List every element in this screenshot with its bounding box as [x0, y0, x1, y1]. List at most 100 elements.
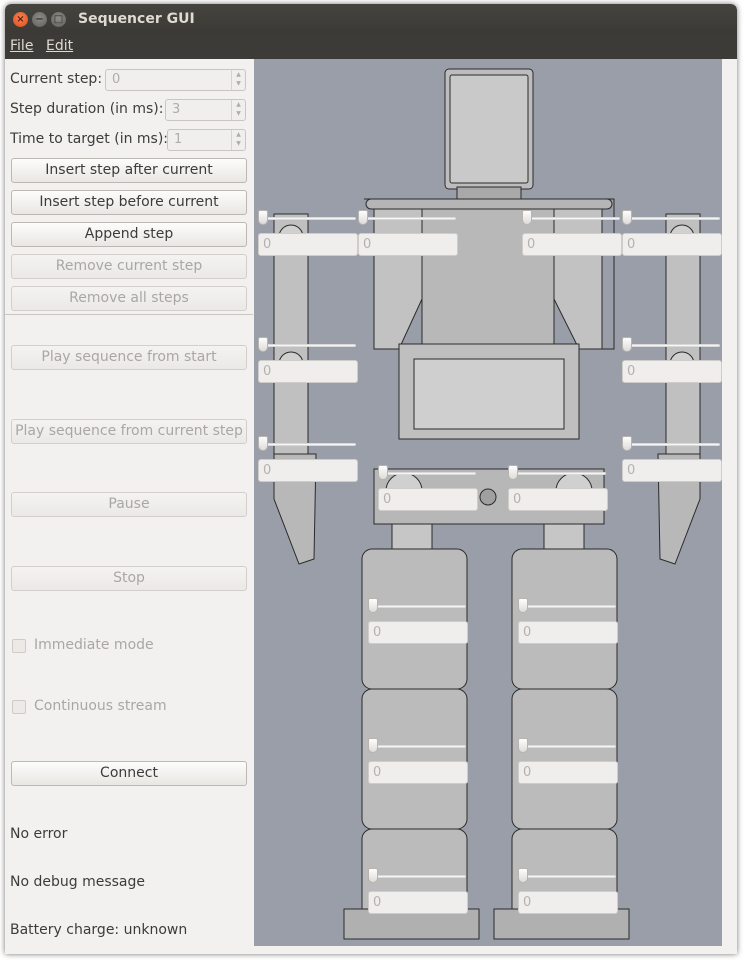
servo-value: 0 — [373, 895, 382, 910]
servo-value: 0 — [523, 895, 532, 910]
servo-slider[interactable]: 0 — [258, 435, 358, 491]
slider-handle[interactable] — [258, 436, 268, 451]
current-step-spinbox[interactable]: 0 ▲ ▼ — [105, 69, 246, 91]
servo-value-field[interactable]: 0 — [368, 621, 468, 644]
slider-track[interactable] — [510, 472, 606, 475]
slider-handle[interactable] — [258, 210, 268, 225]
servo-value-field[interactable]: 0 — [622, 459, 722, 482]
servo-value-field[interactable]: 0 — [378, 488, 478, 511]
servo-value-field[interactable]: 0 — [518, 891, 618, 914]
time-to-target-spinbox[interactable]: 1 ▲ ▼ — [167, 129, 246, 151]
connect-button[interactable]: Connect — [11, 761, 247, 786]
divider — [5, 314, 253, 315]
servo-slider[interactable]: 0 — [518, 737, 618, 793]
continuous-stream-checkbox[interactable] — [12, 700, 26, 714]
slider-handle[interactable] — [368, 868, 378, 883]
servo-value-field[interactable]: 0 — [522, 233, 622, 256]
slider-handle[interactable] — [258, 337, 268, 352]
slider-track[interactable] — [624, 217, 720, 220]
servo-slider[interactable]: 0 — [368, 597, 468, 653]
servo-slider[interactable]: 0 — [258, 336, 358, 392]
servo-slider[interactable]: 0 — [518, 597, 618, 653]
menu-file[interactable]: File — [10, 38, 33, 54]
servo-value: 0 — [383, 492, 392, 507]
servo-slider[interactable]: 0 — [258, 209, 358, 265]
slider-track[interactable] — [380, 472, 476, 475]
servo-slider[interactable]: 0 — [518, 867, 618, 923]
servo-slider[interactable]: 0 — [378, 464, 478, 520]
servo-slider[interactable]: 0 — [368, 867, 468, 923]
servo-value-field[interactable]: 0 — [258, 360, 358, 383]
servo-slider[interactable]: 0 — [622, 435, 722, 491]
minimize-window-icon[interactable]: − — [32, 12, 47, 27]
spin-arrows-icon[interactable]: ▲ ▼ — [231, 100, 245, 120]
servo-value-field[interactable]: 0 — [258, 459, 358, 482]
servo-slider[interactable]: 0 — [368, 737, 468, 793]
servo-slider[interactable]: 0 — [358, 209, 458, 265]
slider-track[interactable] — [520, 745, 616, 748]
slider-track[interactable] — [624, 344, 720, 347]
insert-step-after-button[interactable]: Insert step after current — [11, 158, 247, 183]
slider-handle[interactable] — [378, 465, 388, 480]
slider-track[interactable] — [260, 344, 356, 347]
slider-handle[interactable] — [508, 465, 518, 480]
time-to-target-label: Time to target (in ms): — [10, 131, 169, 147]
slider-track[interactable] — [370, 605, 466, 608]
control-panel: Current step: 0 ▲ ▼ Step duration (in ms)… — [5, 59, 253, 954]
servo-value-field[interactable]: 0 — [622, 360, 722, 383]
play-from-start-button[interactable]: Play sequence from start — [11, 345, 247, 370]
slider-track[interactable] — [624, 443, 720, 446]
slider-track[interactable] — [520, 605, 616, 608]
servo-value: 0 — [523, 765, 532, 780]
robot-canvas: 0 0 0 0 0 0 0 0 0 0 0 0 0 0 0 0 — [254, 59, 722, 946]
pause-button[interactable]: Pause — [11, 492, 247, 517]
servo-value-field[interactable]: 0 — [622, 233, 722, 256]
insert-step-before-button[interactable]: Insert step before current — [11, 190, 247, 215]
servo-value-field[interactable]: 0 — [358, 233, 458, 256]
menu-bar: File Edit — [5, 35, 737, 59]
remove-all-steps-button[interactable]: Remove all steps — [11, 286, 247, 311]
continuous-stream-label: Continuous stream — [34, 698, 167, 714]
slider-handle[interactable] — [368, 738, 378, 753]
close-window-icon[interactable]: × — [13, 12, 28, 27]
slider-handle[interactable] — [522, 210, 532, 225]
menu-edit[interactable]: Edit — [46, 38, 73, 54]
slider-handle[interactable] — [622, 337, 632, 352]
immediate-mode-label: Immediate mode — [34, 637, 154, 653]
slider-track[interactable] — [260, 443, 356, 446]
slider-track[interactable] — [370, 745, 466, 748]
slider-handle[interactable] — [368, 598, 378, 613]
step-duration-spinbox[interactable]: 3 ▲ ▼ — [165, 99, 246, 121]
play-from-current-button[interactable]: Play sequence from current step — [11, 419, 247, 444]
slider-track[interactable] — [524, 217, 620, 220]
slider-track[interactable] — [370, 875, 466, 878]
slider-handle[interactable] — [358, 210, 368, 225]
stop-button[interactable]: Stop — [11, 566, 247, 591]
servo-value-field[interactable]: 0 — [368, 891, 468, 914]
servo-value-field[interactable]: 0 — [368, 761, 468, 784]
error-status: No error — [10, 826, 68, 842]
servo-value-field[interactable]: 0 — [508, 488, 608, 511]
current-step-value: 0 — [112, 72, 121, 87]
immediate-mode-checkbox[interactable] — [12, 639, 26, 653]
slider-track[interactable] — [260, 217, 356, 220]
slider-handle[interactable] — [622, 436, 632, 451]
slider-track[interactable] — [520, 875, 616, 878]
remove-current-step-button[interactable]: Remove current step — [11, 254, 247, 279]
servo-value-field[interactable]: 0 — [518, 761, 618, 784]
servo-value-field[interactable]: 0 — [518, 621, 618, 644]
slider-handle[interactable] — [518, 738, 528, 753]
slider-handle[interactable] — [518, 598, 528, 613]
spin-arrows-icon[interactable]: ▲ ▼ — [231, 70, 245, 90]
spin-arrows-icon[interactable]: ▲ ▼ — [231, 130, 245, 150]
servo-slider[interactable]: 0 — [622, 336, 722, 392]
servo-slider[interactable]: 0 — [622, 209, 722, 265]
servo-slider[interactable]: 0 — [522, 209, 622, 265]
servo-slider[interactable]: 0 — [508, 464, 608, 520]
append-step-button[interactable]: Append step — [11, 222, 247, 247]
slider-handle[interactable] — [518, 868, 528, 883]
slider-track[interactable] — [360, 217, 456, 220]
maximize-window-icon[interactable]: □ — [51, 12, 66, 27]
servo-value-field[interactable]: 0 — [258, 233, 358, 256]
slider-handle[interactable] — [622, 210, 632, 225]
